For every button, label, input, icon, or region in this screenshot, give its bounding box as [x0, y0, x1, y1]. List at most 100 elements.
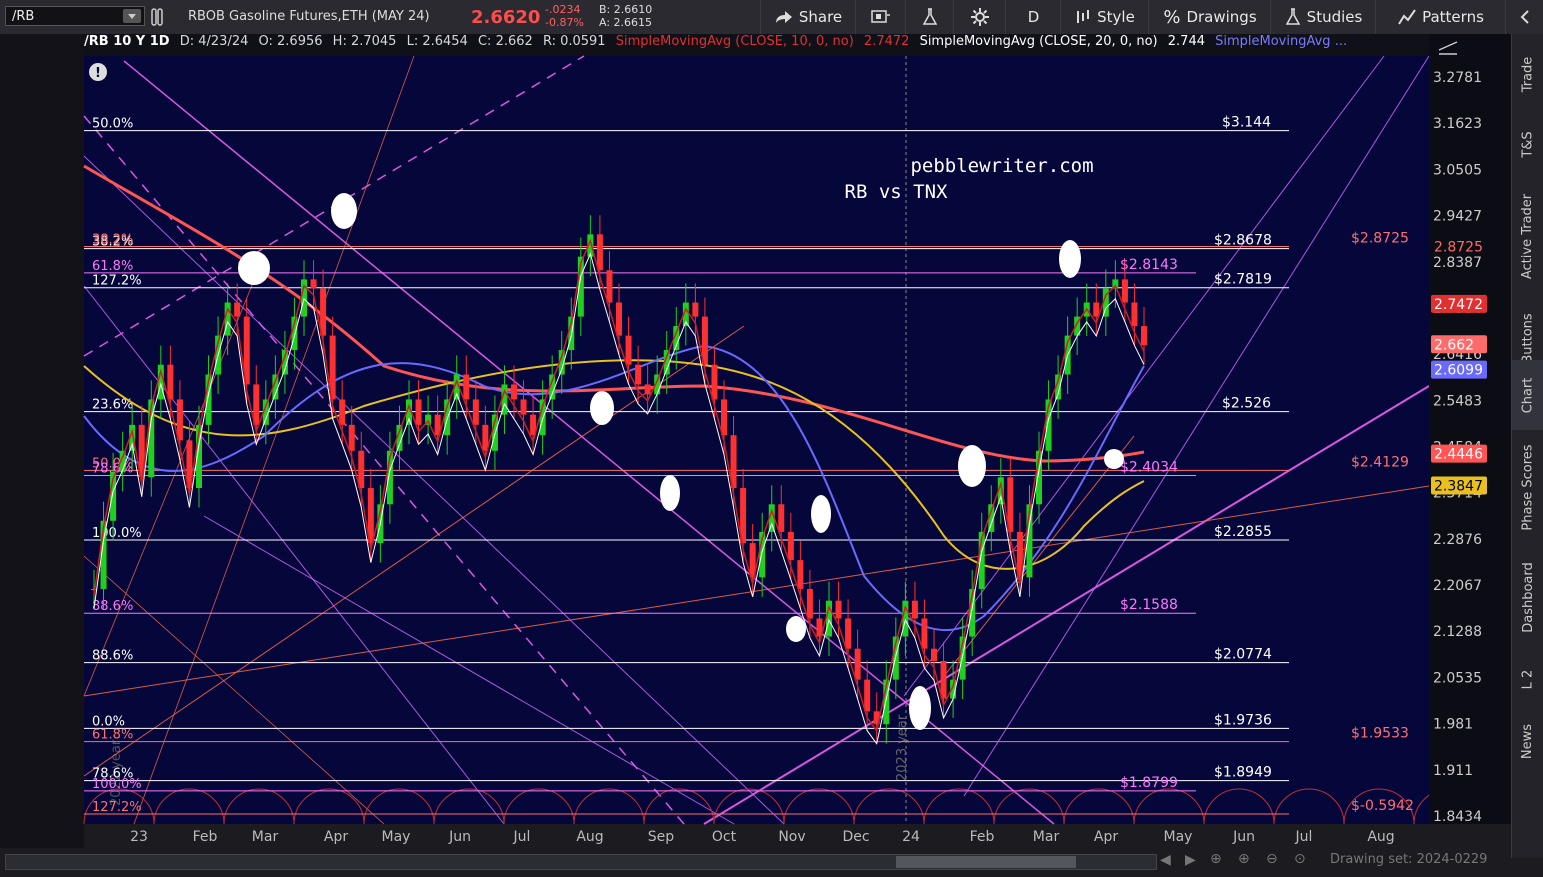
sma20-label[interactable]: SimpleMovingAvg (CLOSE, 20, 0, no) — [920, 34, 1158, 49]
symbol-period: /RB 10 Y 1D — [84, 34, 170, 49]
x-tick-label: Aug — [1367, 829, 1394, 845]
sidebar-tab-active-trader[interactable]: Active Trader — [1512, 176, 1543, 296]
fib-level-price: $1.8799 — [1120, 775, 1178, 791]
crosshair-icon[interactable]: ⊕ — [1210, 851, 1222, 867]
fib-level-pct: 100.0% — [92, 526, 142, 541]
scroll-right-icon[interactable]: ▶ — [1185, 852, 1196, 868]
chart-background — [84, 56, 1429, 824]
horizontal-scrollbar[interactable] — [5, 854, 1157, 870]
period-button[interactable]: D — [1005, 0, 1061, 34]
fib-level-price: $2.526 — [1222, 396, 1271, 412]
marker-ellipse — [958, 445, 986, 487]
patterns-label: Patterns — [1422, 8, 1484, 26]
sidebar-tab-chart[interactable]: Chart — [1512, 360, 1543, 430]
price-tag-label: 2.662 — [1434, 337, 1474, 353]
style-button[interactable]: Style — [1060, 0, 1149, 34]
fib-level-pct: 61.8% — [92, 728, 133, 743]
candle-body — [176, 399, 183, 441]
info-range: R: 0.0591 — [542, 34, 606, 49]
sidebar-tab-phase-scores[interactable]: Phase Scores — [1512, 432, 1543, 542]
link-icon[interactable] — [150, 8, 164, 30]
drawings-button[interactable]: % Drawings — [1148, 0, 1271, 34]
sidebar-tab-dashboard[interactable]: Dashboard — [1512, 542, 1543, 652]
studies-button[interactable]: Studies — [1270, 0, 1376, 34]
sidebar-tab-news[interactable]: News — [1512, 706, 1543, 776]
candle-body — [940, 660, 947, 699]
fib-level-pct: 50.0% — [92, 117, 133, 132]
scroll-left-icon[interactable]: ◀ — [1160, 852, 1171, 868]
price-tag-label: 2.3847 — [1434, 478, 1483, 494]
candle-body — [921, 618, 928, 649]
share-button[interactable]: Share — [760, 0, 856, 34]
candle-body — [167, 364, 174, 400]
candle-body — [845, 618, 852, 649]
sidebar-tab-l2[interactable]: L 2 — [1512, 654, 1543, 704]
chevron-left-icon — [1520, 10, 1529, 24]
candle-body — [234, 302, 241, 317]
price-axis[interactable]: 3.27813.16233.05052.94272.83872.73842.64… — [1429, 34, 1511, 825]
sma10-label[interactable]: SimpleMovingAvg (CLOSE, 10, 0, no) — [616, 34, 854, 49]
marker-ellipse — [1059, 240, 1081, 278]
sidebar-tab-ts[interactable]: T&S — [1512, 114, 1543, 174]
marker-ellipse — [590, 391, 614, 425]
info-date: D: 4/23/24 — [179, 34, 249, 49]
patterns-button[interactable]: Patterns — [1375, 0, 1506, 34]
candle-body — [1131, 302, 1138, 327]
x-tick-label: May — [382, 829, 411, 845]
sidebar-tab-trade[interactable]: Trade — [1512, 36, 1543, 112]
y-tick-label: 2.2876 — [1433, 532, 1482, 548]
ask-price: A: 2.6615 — [599, 16, 653, 29]
flag-icon — [871, 10, 890, 23]
sma10-value: 2.7472 — [863, 34, 910, 49]
x-tick-label: Dec — [842, 829, 869, 845]
flask-button[interactable] — [905, 0, 954, 34]
chart-area[interactable]: 2023 year 2022 year 50.0% $3.144 38.2% $2.867… — [83, 55, 1485, 852]
marker-ellipse — [331, 193, 357, 229]
candle-body — [472, 399, 479, 425]
info-high: H: 2.7045 — [332, 34, 397, 49]
sma-other-label[interactable]: SimpleMovingAvg ... — [1215, 34, 1347, 49]
fib-level-price: $2.0774 — [1214, 647, 1272, 663]
x-tick-label: Jul — [1295, 829, 1313, 845]
style-label: Style — [1097, 8, 1135, 26]
zoom-out-icon[interactable]: ⊖ — [1266, 851, 1278, 867]
style-icon — [1077, 10, 1090, 23]
x-tick-label: Mar — [1033, 829, 1060, 845]
candle-body — [616, 302, 622, 336]
y-tick-label: 1.911 — [1433, 763, 1473, 779]
x-tick-label: Feb — [970, 829, 995, 845]
zoom-reset-icon[interactable]: ⊙ — [1294, 851, 1306, 867]
chevron-down-icon[interactable] — [123, 9, 141, 23]
candle-body — [644, 384, 651, 395]
price-chart[interactable]: 2023 year2022 year50.0% $3.14438.2% $2.867… — [83, 55, 1485, 848]
symbol-input[interactable]: /RB — [5, 6, 145, 26]
candle-body — [463, 374, 470, 400]
x-tick-label: Feb — [193, 829, 218, 845]
zoom-in-icon[interactable]: ⊕ — [1238, 851, 1250, 867]
candle-body — [310, 279, 317, 289]
fib-level-price: $2.7819 — [1214, 272, 1272, 288]
info-close: C: 2.662 — [477, 34, 533, 49]
x-tick-label: 23 — [130, 829, 148, 845]
more-button[interactable] — [1505, 0, 1543, 34]
y-tick-label: 2.8387 — [1433, 255, 1482, 271]
instrument-name: RBOB Gasoline Futures,ETH (MAY 24) — [188, 9, 430, 24]
marker-ellipse — [660, 475, 680, 511]
candle-body — [606, 270, 613, 303]
settings-button[interactable] — [953, 0, 1006, 34]
left-gutter — [0, 34, 84, 858]
right-sidebar: Trade T&S Active Trader Buttons Chart Ph… — [1511, 34, 1543, 858]
scroll-thumb[interactable] — [896, 856, 1076, 868]
candle-body — [520, 399, 527, 415]
fib-level-pct: 61.8% — [92, 259, 133, 274]
gear-icon — [971, 8, 989, 26]
x-tick-label: Aug — [576, 829, 603, 845]
candle-body — [358, 450, 365, 489]
x-tick-label: 24 — [902, 829, 920, 845]
flag-button[interactable] — [855, 0, 906, 34]
x-tick-label: Nov — [778, 829, 805, 845]
candle-body — [1093, 302, 1100, 317]
fib-level-price: $-0.5942 — [1351, 798, 1414, 814]
candle-body — [787, 531, 794, 561]
fib-level-price: $1.9736 — [1214, 712, 1272, 728]
